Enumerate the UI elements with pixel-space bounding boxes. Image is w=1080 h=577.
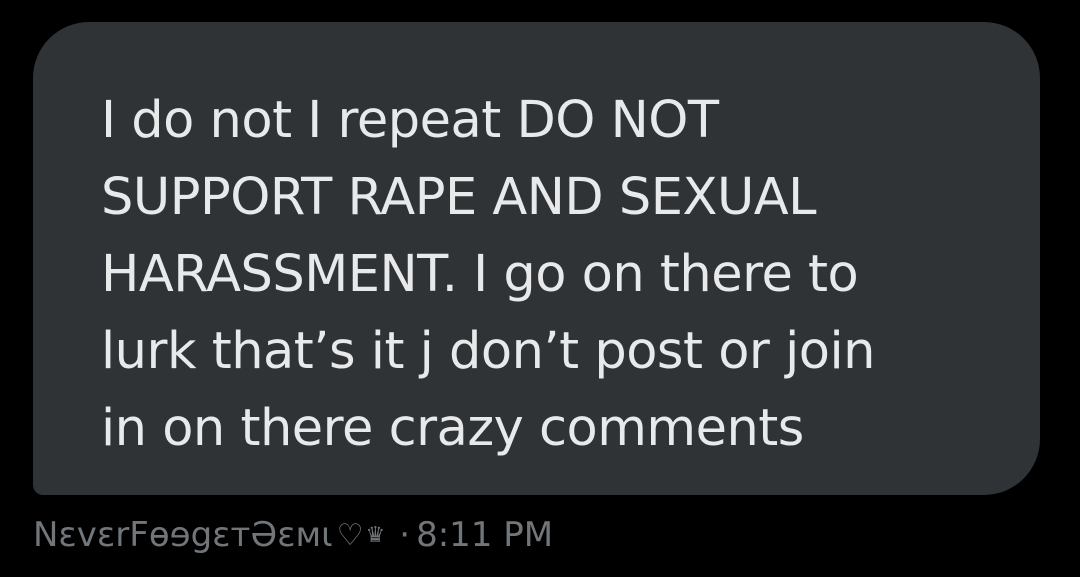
- message-text: I do not I repeat DO NOT SUPPORT RAPE AN…: [101, 91, 875, 458]
- message-bubble[interactable]: I do not I repeat DO NOT SUPPORT RAPE AN…: [33, 22, 1040, 495]
- heart-icon: ♡: [336, 517, 364, 553]
- timestamp: 8:11 PM: [416, 515, 554, 555]
- crown-icon: ♛: [365, 522, 386, 548]
- separator-dot: ·: [399, 515, 411, 555]
- sender-name[interactable]: NɛvɛrFɵɘgɛтƏɛмι: [33, 515, 333, 555]
- message-meta: NɛvɛrFɵɘgɛтƏɛмι ♡ ♛ · 8:11 PM: [33, 510, 553, 560]
